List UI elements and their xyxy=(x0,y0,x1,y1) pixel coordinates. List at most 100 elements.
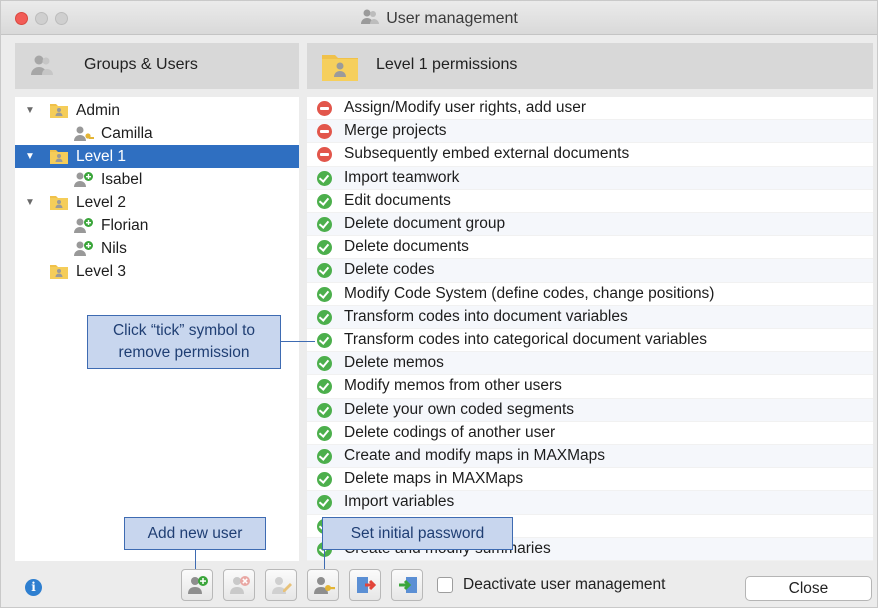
tree-label: Admin xyxy=(76,102,120,119)
tree-group-admin[interactable]: ▼ Admin xyxy=(15,99,299,122)
permission-row: Merge projects xyxy=(307,120,873,144)
tree-label: Level 2 xyxy=(76,194,126,211)
expanded-arrow-icon[interactable]: ▼ xyxy=(25,191,35,214)
callout-leader-line xyxy=(281,341,315,342)
permission-label: Transform codes into categorical documen… xyxy=(344,331,707,348)
window-title-container: User management xyxy=(1,8,877,31)
permission-row: Delete document group xyxy=(307,213,873,237)
permission-row: Edit documents xyxy=(307,190,873,213)
permission-row: Delete maps in MAXMaps xyxy=(307,468,873,492)
permission-label: Delete memos xyxy=(344,354,444,372)
check-icon[interactable] xyxy=(317,425,332,441)
tree-user-isabel[interactable]: Isabel xyxy=(15,168,299,191)
tree-user-nils[interactable]: Nils xyxy=(15,237,299,260)
title-bar: User management xyxy=(1,1,877,35)
check-icon[interactable] xyxy=(317,379,332,395)
info-icon[interactable]: i xyxy=(25,579,42,596)
permission-label: Import teamwork xyxy=(344,168,460,186)
permission-row: Transform codes into document variables xyxy=(307,305,873,329)
tree-label: Isabel xyxy=(101,171,143,188)
permission-row: Delete memos xyxy=(307,352,873,376)
check-icon[interactable] xyxy=(317,263,332,279)
permission-label: Transform codes into document variables xyxy=(344,307,628,325)
delete-user-button[interactable] xyxy=(223,569,255,601)
import-button[interactable] xyxy=(391,569,423,601)
users-icon xyxy=(29,53,55,83)
tree-label: Nils xyxy=(101,240,127,257)
permission-row: Transform codes into categorical documen… xyxy=(307,329,873,353)
tree-group-level-1[interactable]: ▼ Level 1 xyxy=(15,145,299,168)
permission-row: Modify Code System (define codes, change… xyxy=(307,283,873,306)
check-icon[interactable] xyxy=(317,495,332,511)
permission-row: Delete documents xyxy=(307,236,873,260)
permission-label: Delete codes xyxy=(344,261,435,279)
groups-users-header: Groups & Users xyxy=(15,43,299,89)
tree-group-level-2[interactable]: ▼ Level 2 xyxy=(15,191,299,214)
permission-label: Modify memos from other users xyxy=(344,377,562,395)
add-user-button[interactable] xyxy=(181,569,213,601)
permission-label: Delete maps in MAXMaps xyxy=(344,470,524,488)
permission-row: Assign/Modify user rights, add user xyxy=(307,97,873,121)
permission-label: Subsequently embed external documents xyxy=(344,145,630,163)
callout-remove-permission: Click “tick” symbol to remove permission xyxy=(87,315,281,369)
permission-row: Subsequently embed external documents xyxy=(307,143,873,167)
permission-row: Import teamwork xyxy=(307,166,873,190)
permissions-list: Assign/Modify user rights, add user Merge… xyxy=(307,97,873,561)
callout-leader-line xyxy=(195,550,196,570)
close-button[interactable]: Close xyxy=(745,576,872,601)
groups-users-title: Groups & Users xyxy=(84,56,198,73)
permission-label: Delete codings of another user xyxy=(344,423,556,441)
check-icon[interactable] xyxy=(317,217,332,232)
permission-row: Delete codings of another user xyxy=(307,422,873,445)
permissions-title: Level 1 permissions xyxy=(376,56,518,73)
check-icon[interactable] xyxy=(317,333,332,348)
permission-label: Edit documents xyxy=(344,191,451,209)
permission-row: Create and modify maps in MAXMaps xyxy=(307,445,873,469)
export-button[interactable] xyxy=(349,569,381,601)
set-password-button[interactable] xyxy=(307,569,339,601)
deny-icon[interactable] xyxy=(317,147,332,163)
permission-label: Delete documents xyxy=(344,238,469,256)
check-icon[interactable] xyxy=(317,286,332,302)
check-icon[interactable] xyxy=(317,449,332,464)
tree-group-level-3[interactable]: Level 3 xyxy=(15,260,299,283)
callout-add-new-user: Add new user xyxy=(124,517,266,550)
expanded-arrow-icon[interactable]: ▼ xyxy=(25,145,35,168)
check-icon[interactable] xyxy=(317,356,332,372)
tree-label: Florian xyxy=(101,217,149,234)
tree-user-camilla[interactable]: Camilla xyxy=(15,122,299,145)
permission-row: Import variables xyxy=(307,491,873,515)
check-icon[interactable] xyxy=(317,240,332,256)
permission-label: Create and modify maps in MAXMaps xyxy=(344,447,606,464)
permission-label: Delete document group xyxy=(344,215,506,232)
check-icon[interactable] xyxy=(317,402,332,418)
group-folder-icon xyxy=(50,263,68,286)
permissions-header: Level 1 permissions xyxy=(307,43,873,89)
deactivate-user-management-label[interactable]: Deactivate user management xyxy=(463,576,665,594)
deny-icon[interactable] xyxy=(317,124,332,140)
window-title: User management xyxy=(386,10,518,27)
permission-row: Delete your own coded segments xyxy=(307,398,873,422)
check-icon[interactable] xyxy=(317,472,332,488)
permission-row: Delete codes xyxy=(307,259,873,283)
permission-label: Merge projects xyxy=(344,122,447,140)
tree-label: Level 3 xyxy=(76,263,126,280)
callout-set-initial-password: Set initial password xyxy=(322,517,513,550)
permission-label: Modify Code System (define codes, change… xyxy=(344,284,715,302)
permission-label: Delete your own coded segments xyxy=(344,400,575,418)
tree-user-florian[interactable]: Florian xyxy=(15,214,299,237)
callout-leader-line xyxy=(324,550,325,570)
expanded-arrow-icon[interactable]: ▼ xyxy=(25,99,35,122)
check-icon[interactable] xyxy=(317,309,332,325)
edit-user-button[interactable] xyxy=(265,569,297,601)
group-folder-icon xyxy=(321,50,359,86)
permission-label: Assign/Modify user rights, add user xyxy=(344,99,587,116)
tree-label: Level 1 xyxy=(76,148,126,165)
check-icon[interactable] xyxy=(317,170,332,186)
check-icon[interactable] xyxy=(317,193,332,209)
tree-label: Camilla xyxy=(101,125,153,142)
deactivate-user-management-checkbox[interactable] xyxy=(437,577,453,593)
user-management-window: User management Groups & Users Level 1 p… xyxy=(0,0,878,608)
deny-icon[interactable] xyxy=(317,101,332,116)
permission-label: Import variables xyxy=(344,493,455,511)
